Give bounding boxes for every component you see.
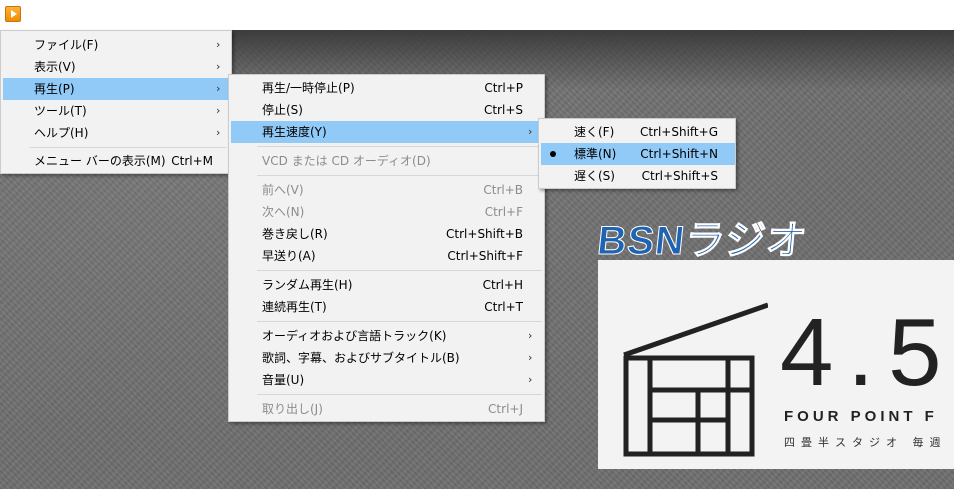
menu-item-rewind[interactable]: 巻き戻し(R) Ctrl+Shift+B [231, 223, 544, 245]
menu-item-play-speed[interactable]: 再生速度(Y) › [231, 121, 544, 143]
menu-item-label: 遅く(S) [574, 169, 615, 183]
menu-item-label: 停止(S) [262, 103, 303, 117]
menu-item-label: 再生/一時停止(P) [262, 81, 355, 95]
menu-item-show-menu-bar[interactable]: メニュー バーの表示(M) Ctrl+M [3, 150, 231, 172]
station-logo: BSNラジオ [595, 219, 810, 264]
app-icon[interactable] [5, 6, 21, 22]
chevron-right-icon: › [216, 60, 221, 73]
menu-separator [257, 321, 542, 322]
menu-item-lyrics-subtitles[interactable]: 歌詞、字幕、およびサブタイトル(B) › [231, 347, 544, 369]
menu-item-tools[interactable]: ツール(T) › [3, 100, 231, 122]
playback-submenu: 再生/一時停止(P) Ctrl+P 停止(S) Ctrl+S 再生速度(Y) ›… [228, 74, 545, 422]
menu-item-label: 巻き戻し(R) [262, 227, 328, 241]
menu-item-shortcut: Ctrl+B [483, 183, 523, 197]
menu-item-label: オーディオおよび言語トラック(K) [262, 329, 447, 343]
chevron-right-icon: › [528, 373, 533, 386]
menu-item-label: VCD または CD オーディオ(D) [262, 154, 431, 168]
menu-item-label: 表示(V) [34, 60, 76, 74]
menu-item-shortcut: Ctrl+Shift+B [446, 227, 523, 241]
menu-item-shortcut: Ctrl+T [484, 300, 523, 314]
menu-item-label: 速く(F) [574, 125, 615, 139]
main-menu: ファイル(F) › 表示(V) › 再生(P) › ツール(T) › ヘルプ(H… [0, 30, 232, 174]
menu-item-label: 前へ(V) [262, 183, 304, 197]
studio-sign: 4.5 FOUR POINT F 四畳半スタジオ 毎週 [598, 260, 954, 469]
menu-item-shortcut: Ctrl+J [488, 402, 523, 416]
menu-item-label: ファイル(F) [34, 38, 99, 52]
menu-item-speed-normal[interactable]: 標準(N) Ctrl+Shift+N [541, 143, 735, 165]
menu-item-shortcut: Ctrl+S [483, 103, 523, 117]
selected-bullet-icon [550, 151, 556, 157]
menu-item-shortcut: Ctrl+Shift+S [641, 169, 718, 183]
title-bar [0, 0, 954, 30]
menu-item-label: 再生(P) [34, 82, 75, 96]
menu-item-shortcut: Ctrl+Shift+G [639, 125, 718, 139]
menu-item-speed-slow[interactable]: 遅く(S) Ctrl+Shift+S [541, 165, 735, 187]
menu-item-label: 再生速度(Y) [262, 125, 327, 139]
menu-separator [257, 394, 542, 395]
menu-item-volume[interactable]: 音量(U) › [231, 369, 544, 391]
chevron-right-icon: › [216, 38, 221, 51]
menu-item-shortcut: Ctrl+M [171, 154, 213, 168]
menu-item-shortcut: Ctrl+P [484, 81, 523, 95]
chevron-right-icon: › [528, 125, 533, 138]
menu-item-label: 連続再生(T) [262, 300, 327, 314]
menu-item-label: メニュー バーの表示(M) [34, 154, 166, 168]
studio-emblem [623, 302, 768, 457]
menu-item-label: ツール(T) [34, 104, 87, 118]
chevron-right-icon: › [216, 104, 221, 117]
menu-item-shuffle[interactable]: ランダム再生(H) Ctrl+H [231, 274, 544, 296]
menu-separator [257, 146, 542, 147]
sign-japanese-text: 四畳半スタジオ 毎週 [784, 436, 947, 449]
menu-item-play-pause[interactable]: 再生/一時停止(P) Ctrl+P [231, 77, 544, 99]
menu-item-next[interactable]: 次へ(N) Ctrl+F [231, 201, 544, 223]
menu-item-label: 次へ(N) [262, 205, 305, 219]
menu-item-label: 歌詞、字幕、およびサブタイトル(B) [262, 351, 460, 365]
menu-item-audio-language-tracks[interactable]: オーディオおよび言語トラック(K) › [231, 325, 544, 347]
menu-item-label: ランダム再生(H) [262, 278, 353, 292]
menu-item-shortcut: Ctrl+H [482, 278, 523, 292]
chevron-right-icon: › [528, 329, 533, 342]
chevron-right-icon: › [216, 126, 221, 139]
menu-item-help[interactable]: ヘルプ(H) › [3, 122, 231, 144]
play-speed-submenu: 速く(F) Ctrl+Shift+G 標準(N) Ctrl+Shift+N 遅く… [538, 118, 736, 189]
menu-item-label: ヘルプ(H) [34, 126, 89, 140]
menu-item-vcd-cd-audio[interactable]: VCD または CD オーディオ(D) [231, 150, 544, 172]
menu-item-label: 音量(U) [262, 373, 305, 387]
menu-item-label: 標準(N) [574, 147, 617, 161]
menu-item-label: 取り出し(J) [262, 402, 323, 416]
menu-item-eject[interactable]: 取り出し(J) Ctrl+J [231, 398, 544, 420]
sign-number: 4.5 [780, 299, 954, 406]
menu-item-file[interactable]: ファイル(F) › [3, 34, 231, 56]
menu-item-shortcut: Ctrl+Shift+F [447, 249, 523, 263]
menu-item-view[interactable]: 表示(V) › [3, 56, 231, 78]
menu-item-shortcut: Ctrl+Shift+N [640, 147, 718, 161]
menu-item-shortcut: Ctrl+F [484, 205, 523, 219]
menu-item-stop[interactable]: 停止(S) Ctrl+S [231, 99, 544, 121]
menu-separator [257, 270, 542, 271]
menu-item-label: 早送り(A) [262, 249, 316, 263]
menu-item-repeat[interactable]: 連続再生(T) Ctrl+T [231, 296, 544, 318]
menu-item-playback[interactable]: 再生(P) › [3, 78, 231, 100]
chevron-right-icon: › [216, 82, 221, 95]
chevron-right-icon: › [528, 351, 533, 364]
menu-separator [257, 175, 542, 176]
menu-separator [29, 147, 227, 148]
menu-item-fast-forward[interactable]: 早送り(A) Ctrl+Shift+F [231, 245, 544, 267]
sign-english-text: FOUR POINT F [784, 408, 938, 425]
menu-item-speed-fast[interactable]: 速く(F) Ctrl+Shift+G [541, 121, 735, 143]
menu-item-previous[interactable]: 前へ(V) Ctrl+B [231, 179, 544, 201]
